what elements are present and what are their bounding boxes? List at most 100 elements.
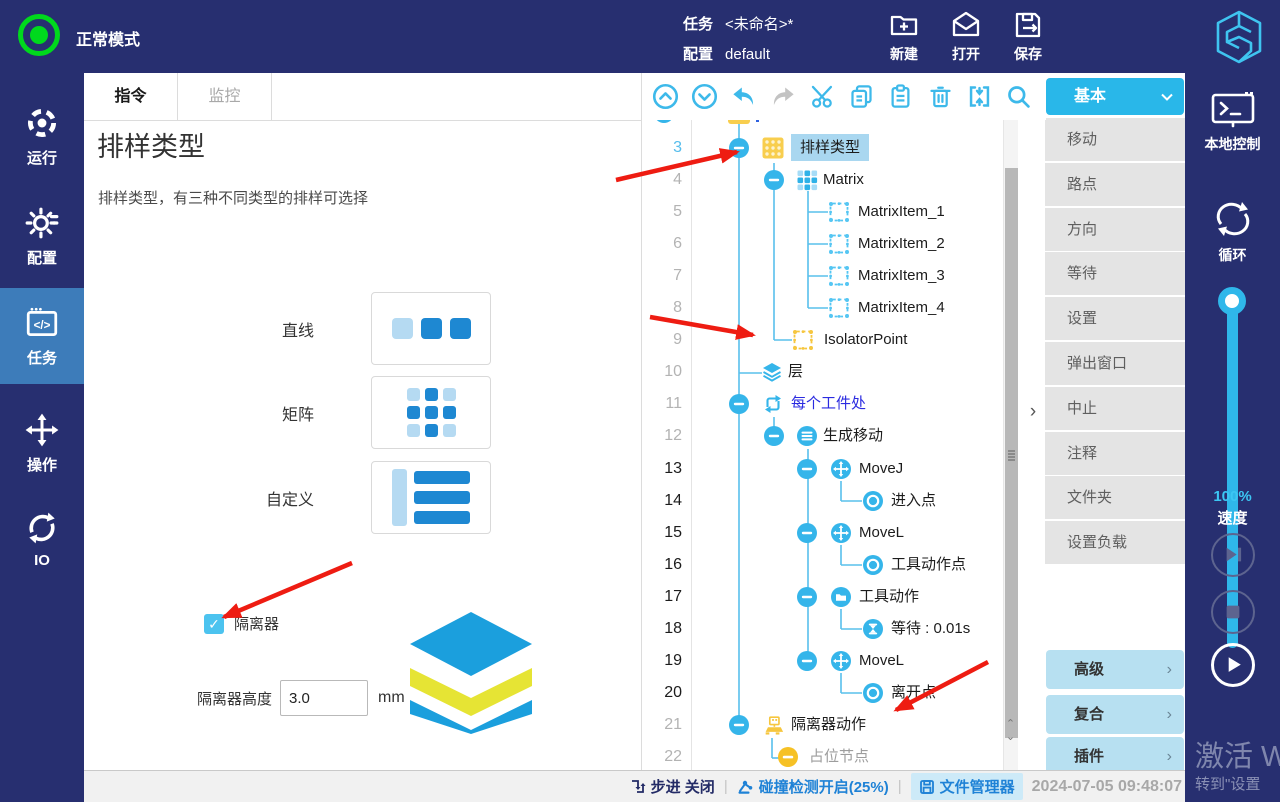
file-manager-button[interactable]: 文件管理器 <box>911 773 1023 800</box>
sidebar-item-IO[interactable]: IO <box>0 491 84 587</box>
config-label: 配置 <box>683 46 713 63</box>
loop-button[interactable]: 循环 <box>1185 198 1280 265</box>
collapse-toggle-icon[interactable] <box>797 587 817 607</box>
command-item-文件夹[interactable]: 文件夹 <box>1045 476 1185 519</box>
tree-row-工具动作点[interactable]: 16工具动作点 <box>642 549 1002 581</box>
option-card-line[interactable] <box>371 292 491 365</box>
tree-row-离开点[interactable]: 20离开点 <box>642 677 1002 709</box>
tree-row-层[interactable]: 10层 <box>642 356 1002 388</box>
collapse-toggle-icon[interactable] <box>797 523 817 543</box>
command-item-方向[interactable]: 方向 <box>1045 208 1185 251</box>
tree-node-label: MatrixItem_2 <box>858 228 945 260</box>
tree-row-进入点[interactable]: 14进入点 <box>642 485 1002 517</box>
task-line: 任务<未命名>* <box>683 13 793 34</box>
command-group-复合[interactable]: 复合› <box>1046 695 1184 734</box>
tab-监控[interactable]: 监控 <box>178 73 272 120</box>
copy-icon[interactable] <box>848 83 875 110</box>
command-group-插件[interactable]: 插件› <box>1046 737 1184 770</box>
command-item-移动[interactable]: 移动 <box>1045 118 1185 161</box>
fit-icon[interactable] <box>966 83 993 110</box>
collapse-toggle-icon[interactable] <box>729 715 749 735</box>
tree-scrollbar-thumb[interactable] <box>1005 168 1018 738</box>
tree-node-label: 等待 : 0.01s <box>891 613 970 645</box>
option-label: 自定义 <box>124 486 314 510</box>
step-run-button[interactable] <box>1211 533 1255 577</box>
tree-row-Matrix[interactable]: 4Matrix <box>642 164 1002 196</box>
redo-icon[interactable] <box>770 83 797 110</box>
sidebar-item-操作[interactable]: 操作 <box>0 395 84 491</box>
collapse-toggle-icon[interactable] <box>797 651 817 671</box>
command-item-设置[interactable]: 设置 <box>1045 297 1185 340</box>
sidebar-item-label: 操作 <box>27 454 57 475</box>
tree-row-等待 : 0.01s[interactable]: 18等待 : 0.01s <box>642 613 1002 645</box>
isolator-stack-icon <box>408 610 534 744</box>
isolator-checkbox[interactable]: ✓ <box>204 614 224 634</box>
tree-row-MatrixItem_3[interactable]: 7MatrixItem_3 <box>642 260 1002 292</box>
local-control-button[interactable]: 本地控制 <box>1185 91 1280 154</box>
stop-button[interactable] <box>1211 590 1255 634</box>
tree-row-排样类型[interactable]: 3排样类型 <box>642 132 1002 164</box>
tree-row-MatrixItem_4[interactable]: 8MatrixItem_4 <box>642 292 1002 324</box>
tree-node-label: MatrixItem_4 <box>858 292 945 324</box>
itemb-node-icon <box>828 233 850 255</box>
tree-row-MoveL[interactable]: 15MoveL <box>642 517 1002 549</box>
tree-node-label: 每个工件处 <box>791 388 866 420</box>
tree-row-生成移动[interactable]: 12生成移动 <box>642 420 1002 452</box>
command-group-高级[interactable]: 高级› <box>1046 650 1184 689</box>
paste-icon[interactable] <box>887 83 914 110</box>
tree-row-MatrixItem_1[interactable]: 5MatrixItem_1 <box>642 196 1002 228</box>
tree-row-MatrixItem_2[interactable]: 6MatrixItem_2 <box>642 228 1002 260</box>
tree-row-每个工件处[interactable]: 11 每个工件处 <box>642 388 1002 420</box>
itemb-node-icon <box>828 201 850 223</box>
isolator-height-input[interactable] <box>280 680 368 716</box>
step-mode-status[interactable]: 步进 关闭 <box>630 776 715 797</box>
command-item-等待[interactable]: 等待 <box>1045 252 1185 295</box>
row-number: 11 <box>642 388 682 420</box>
tab-指令[interactable]: 指令 <box>84 73 178 120</box>
collision-detect-status[interactable]: 碰撞检测开启(25%) <box>737 776 889 797</box>
tree-row-IsolatorPoint[interactable]: 9IsolatorPoint <box>642 324 1002 356</box>
tree-row-占位节点[interactable]: 22占位节点 <box>642 741 1002 773</box>
cut-icon[interactable] <box>809 83 836 110</box>
command-item-路点[interactable]: 路点 <box>1045 163 1185 206</box>
header-action-保存[interactable]: 保存 <box>1012 9 1044 64</box>
brand-logo-icon <box>1213 9 1265 65</box>
command-item-弹出窗口[interactable]: 弹出窗口 <box>1045 342 1185 385</box>
collapse-toggle-icon[interactable] <box>729 394 749 414</box>
tree-row-MoveL[interactable]: 19MoveL <box>642 645 1002 677</box>
collapse-toggle-icon[interactable] <box>797 459 817 479</box>
sidebar-item-label: 运行 <box>27 147 57 168</box>
command-item-中止[interactable]: 中止 <box>1045 387 1185 430</box>
play-button[interactable] <box>1211 643 1255 687</box>
undo-icon[interactable] <box>730 83 757 110</box>
step-icon <box>630 779 646 794</box>
sidebar-item-配置[interactable]: 配置 <box>0 188 84 284</box>
collapse-toggle-icon[interactable] <box>764 170 784 190</box>
circle-up-icon[interactable] <box>652 83 679 110</box>
instruction-panel: 指令监控 排样类型 排样类型，有三种不同类型的排样可选择 直线矩阵自定义 ✓ 隔… <box>84 73 641 770</box>
command-item-设置负载[interactable]: 设置负载 <box>1045 521 1185 564</box>
header-action-新建[interactable]: 新建 <box>888 9 920 64</box>
sidebar-item-label: 配置 <box>27 247 57 268</box>
speed-slider-knob[interactable] <box>1218 287 1246 315</box>
option-card-custom[interactable] <box>371 461 491 534</box>
tree-row-工具动作[interactable]: 17工具动作 <box>642 581 1002 613</box>
trash-icon[interactable] <box>927 83 954 110</box>
sidebar-item-运行[interactable]: 运行 <box>0 88 84 184</box>
tree-scroll-buttons[interactable]: ⌃⌄ <box>1003 718 1018 744</box>
circle-down-icon[interactable] <box>691 83 718 110</box>
search-icon[interactable] <box>1005 83 1032 110</box>
collapse-toggle-icon[interactable] <box>764 426 784 446</box>
collapse-toggle-icon[interactable] <box>729 138 749 158</box>
tree-row-隔离器动作[interactable]: 21隔离器动作 <box>642 709 1002 741</box>
option-card-matrix[interactable] <box>371 376 491 449</box>
header-action-打开[interactable]: 打开 <box>950 9 982 64</box>
sidebar-item-任务[interactable]: </>任务 <box>0 288 84 384</box>
command-category-basic[interactable]: 基本 <box>1046 78 1184 115</box>
custom-pattern-icon <box>392 469 470 526</box>
tree-scrollbar[interactable] <box>1003 120 1018 770</box>
tree-row-MoveJ[interactable]: 13MoveJ <box>642 453 1002 485</box>
panel-expander-chevron[interactable]: › <box>1022 399 1044 425</box>
command-item-注释[interactable]: 注释 <box>1045 432 1185 475</box>
open-file-icon <box>950 9 982 41</box>
